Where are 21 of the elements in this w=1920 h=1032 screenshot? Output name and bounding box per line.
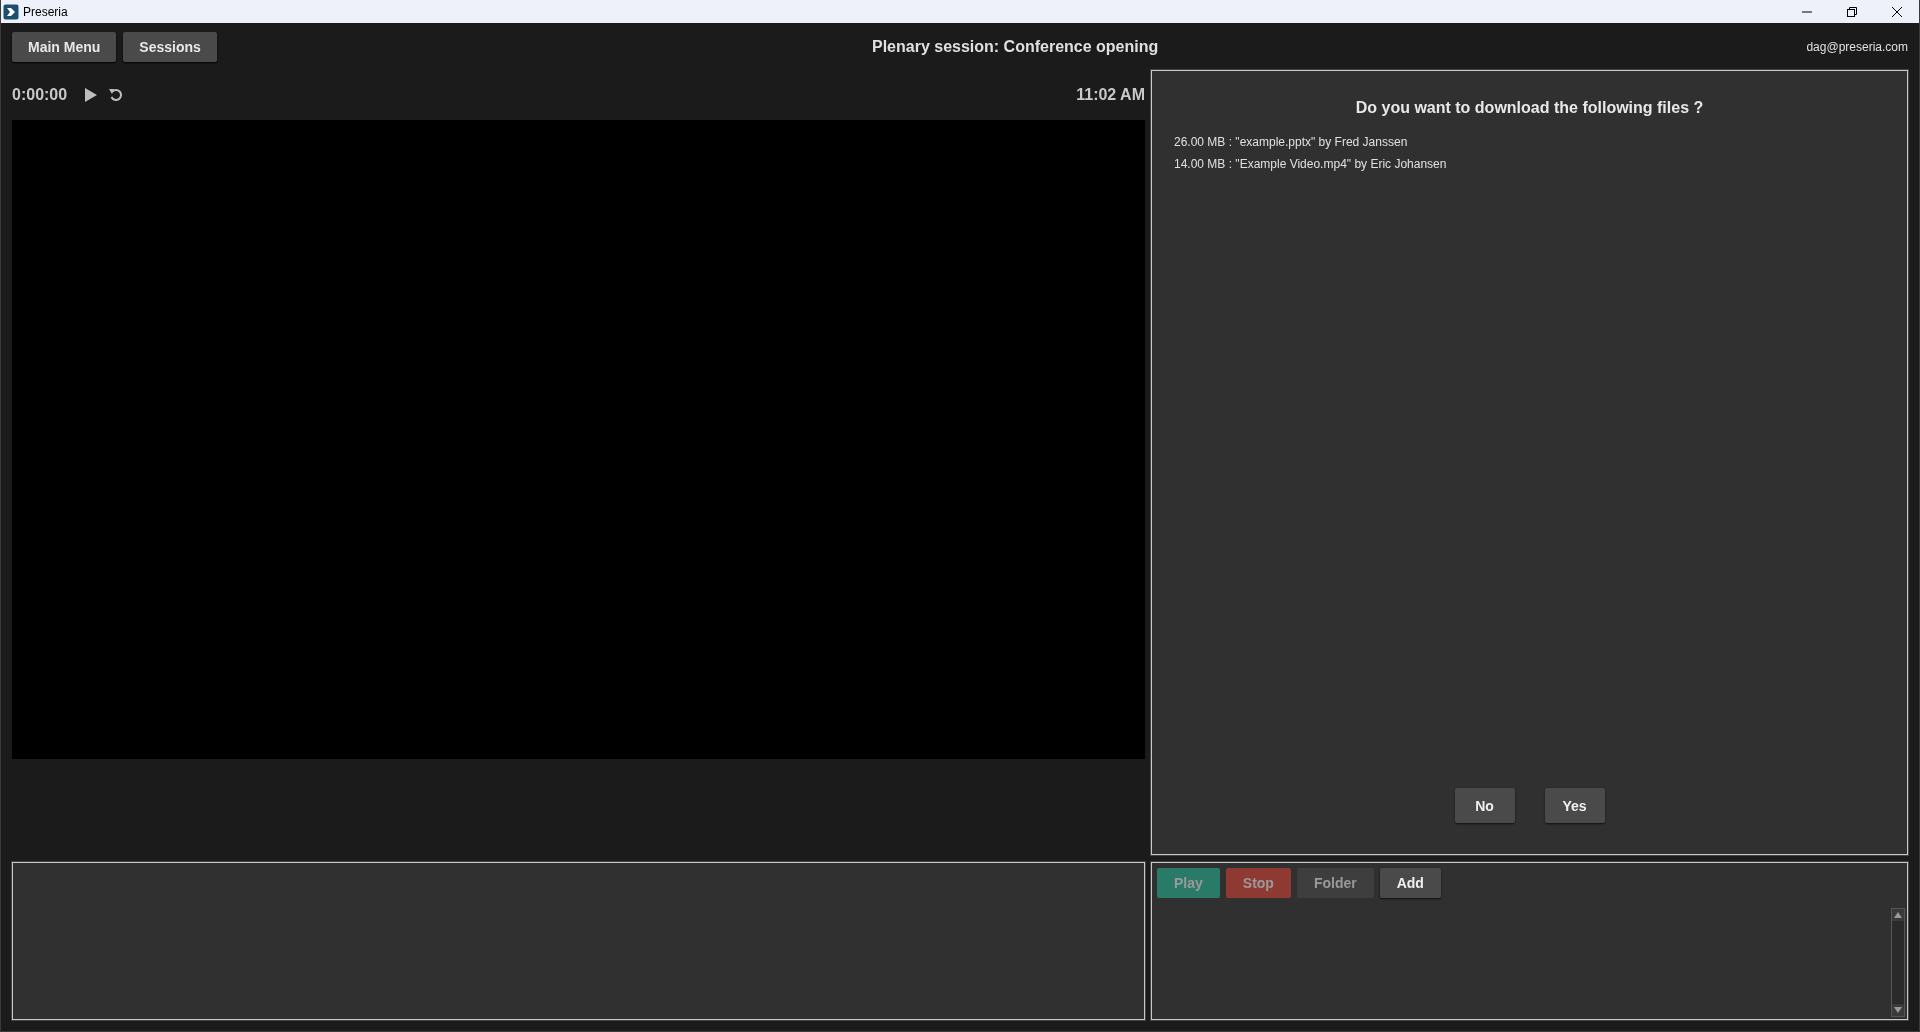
play-icon[interactable]: [85, 88, 98, 102]
file-line: 26.00 MB : "example.pptx" by Fred Janssen: [1174, 135, 1409, 149]
elapsed-time: 0:00:00: [12, 86, 68, 104]
scrollbar[interactable]: [1891, 908, 1905, 1017]
user-email: dag@preseria.com: [1806, 39, 1908, 54]
clock: 11:02 AM: [1076, 86, 1145, 104]
restore-icon[interactable]: [1846, 6, 1857, 17]
dialog-question: Do you want to download the following files ?: [1354, 99, 1705, 117]
replay-icon[interactable]: [109, 88, 124, 102]
session-title: Plenary session: Conference opening: [871, 37, 1160, 56]
close-icon[interactable]: [1891, 6, 1902, 17]
scroll-up-icon[interactable]: [1892, 909, 1904, 921]
dialog-button[interactable]: Yes: [1544, 788, 1605, 823]
nav-button[interactable]: Sessions: [123, 31, 217, 62]
app-logo-icon: [3, 3, 19, 20]
window-title: Preseria: [23, 4, 68, 19]
file-line: 14.00 MB : "Example Video.mp4" by Eric Johansen: [1174, 157, 1448, 171]
dialog-button[interactable]: No: [1454, 788, 1515, 823]
scroll-down-icon[interactable]: [1892, 1004, 1904, 1016]
nav-button[interactable]: Main Menu: [12, 31, 117, 62]
toolbar-button[interactable]: Add: [1379, 868, 1441, 898]
